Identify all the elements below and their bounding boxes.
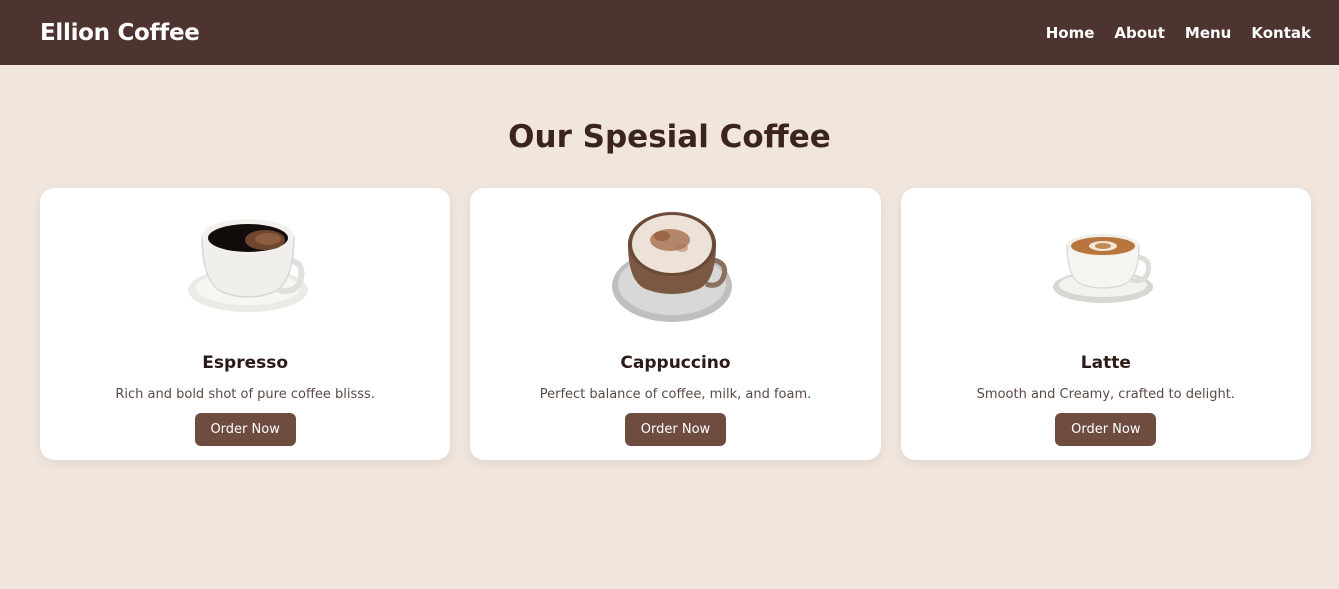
page-title: Our Spesial Coffee xyxy=(508,119,831,155)
nav-link-kontak[interactable]: Kontak xyxy=(1251,24,1311,42)
nav-link-home[interactable]: Home xyxy=(1046,24,1095,42)
order-now-button[interactable]: Order Now xyxy=(194,413,296,446)
coffee-cards: Espresso Rich and bold shot of pure coff… xyxy=(0,188,1339,460)
card-title: Cappuccino xyxy=(620,353,731,373)
order-now-button[interactable]: Order Now xyxy=(1055,413,1157,446)
nav-links: Home About Menu Kontak xyxy=(1046,24,1311,42)
card-espresso: Espresso Rich and bold shot of pure coff… xyxy=(40,188,451,460)
nav-link-menu[interactable]: Menu xyxy=(1185,24,1231,42)
espresso-cup-icon xyxy=(170,208,320,326)
card-title: Espresso xyxy=(202,353,289,373)
cappuccino-cup-icon xyxy=(600,208,750,326)
card-description: Smooth and Creamy, crafted to delight. xyxy=(976,387,1235,402)
nav-link-about[interactable]: About xyxy=(1114,24,1165,42)
brand-logo[interactable]: Ellion Coffee xyxy=(40,20,200,46)
card-cappuccino: Cappuccino Perfect balance of coffee, mi… xyxy=(470,188,881,460)
card-description: Perfect balance of coffee, milk, and foa… xyxy=(539,387,812,402)
navbar: Ellion Coffee Home About Menu Kontak xyxy=(0,0,1339,65)
card-latte: Latte Smooth and Creamy, crafted to deli… xyxy=(900,188,1311,460)
latte-cup-icon xyxy=(1031,208,1181,326)
card-description: Rich and bold shot of pure coffee blisss… xyxy=(115,387,375,402)
order-now-button[interactable]: Order Now xyxy=(624,413,726,446)
card-title: Latte xyxy=(1080,353,1131,373)
